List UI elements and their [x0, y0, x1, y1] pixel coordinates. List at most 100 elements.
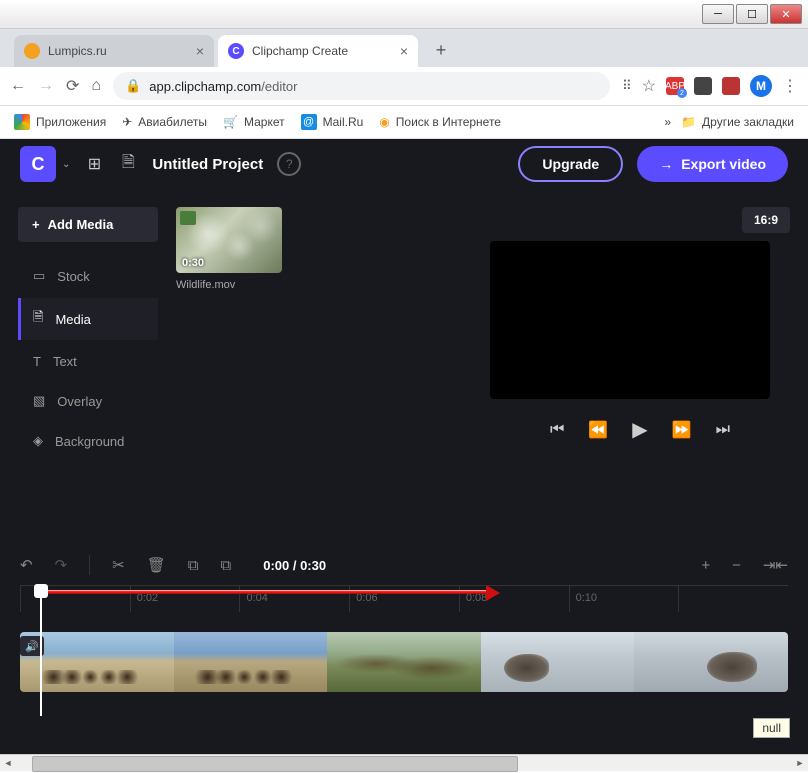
redo-button[interactable]: ↷ — [55, 556, 68, 574]
bookmark-overflow[interactable]: » — [664, 115, 671, 129]
clip-badge-icon — [180, 211, 196, 225]
bookmark-star-icon[interactable]: ☆ — [642, 76, 656, 96]
scroll-track[interactable] — [32, 756, 776, 770]
url-domain: app.clipchamp.com — [149, 79, 261, 94]
scroll-thumb[interactable] — [32, 756, 518, 772]
app-logo[interactable]: C — [20, 146, 56, 182]
null-tooltip: null — [753, 718, 790, 738]
track-frame — [481, 632, 635, 692]
bookmark-flights[interactable]: ✈Авиабилеты — [122, 115, 207, 129]
skip-start-button[interactable]: ⏮ — [550, 421, 564, 439]
timeline-ruler[interactable]: 0:02 0:04 0:06 0:08 0:10 — [20, 585, 788, 612]
export-arrow-icon: → — [659, 156, 673, 172]
bookmark-other[interactable]: 📁Другие закладки — [681, 115, 794, 129]
media-icon: 🗎 — [33, 308, 43, 330]
sidebar-item-media[interactable]: 🗎Media — [18, 298, 158, 340]
bookmark-mail[interactable]: @Mail.Ru — [301, 114, 364, 130]
ruler-tick — [678, 586, 788, 612]
bookmark-market[interactable]: 🛒Маркет — [223, 115, 285, 129]
new-tab-button[interactable]: + — [428, 37, 454, 63]
cut-button[interactable]: ✂ — [112, 556, 125, 574]
tab-title: Lumpics.ru — [48, 44, 107, 58]
playhead[interactable] — [40, 586, 42, 716]
play-button[interactable]: ▶ — [632, 417, 647, 442]
upgrade-button[interactable]: Upgrade — [518, 146, 623, 182]
text-icon: T — [33, 354, 41, 369]
tab-close-icon[interactable]: × — [400, 43, 408, 59]
extension-pdf-icon[interactable] — [722, 77, 740, 95]
market-icon: 🛒 — [223, 115, 238, 129]
clip-filename: Wildlife.mov — [176, 279, 282, 291]
plane-icon: ✈ — [122, 115, 132, 129]
annotation-arrow — [48, 590, 488, 594]
apps-icon — [14, 114, 30, 130]
export-video-button[interactable]: → Export video — [637, 146, 788, 182]
delete-button[interactable]: 🗑 — [147, 556, 166, 574]
separator — [89, 555, 90, 575]
copy-button[interactable]: ⧉ — [188, 557, 199, 574]
clip-thumbnail: 0:30 — [176, 207, 282, 273]
undo-button[interactable]: ↶ — [20, 556, 33, 574]
track-frame — [174, 632, 328, 692]
clip-duration: 0:30 — [182, 257, 204, 269]
help-button[interactable]: ? — [277, 152, 301, 176]
sidebar-item-overlay[interactable]: ▧Overlay — [18, 383, 158, 419]
bookmark-apps[interactable]: Приложения — [14, 114, 106, 130]
media-clip[interactable]: 0:30 Wildlife.mov — [176, 207, 282, 291]
window-close-button[interactable]: ✕ — [770, 4, 802, 24]
address-bar[interactable]: 🔒 app.clipchamp.com/editor — [113, 72, 610, 100]
scroll-left-button[interactable]: ◄ — [0, 756, 16, 770]
overlay-icon: ▧ — [33, 393, 45, 409]
folder-icon: 📁 — [681, 115, 696, 129]
tab-close-icon[interactable]: × — [196, 43, 204, 59]
project-title[interactable]: Untitled Project — [152, 156, 263, 173]
browser-menu-icon[interactable]: ⋮ — [782, 76, 798, 96]
mailru-icon: @ — [301, 114, 317, 130]
extension-adblock-icon[interactable]: ABP2 — [666, 77, 684, 95]
forward-button[interactable]: → — [38, 77, 54, 95]
profile-avatar[interactable]: M — [750, 75, 772, 97]
translate-icon[interactable]: ⠿ — [622, 78, 632, 94]
background-icon: ◈ — [33, 433, 43, 449]
extension-icon[interactable] — [694, 77, 712, 95]
sidebar-item-background[interactable]: ◈Background — [18, 423, 158, 459]
video-track-clip[interactable] — [20, 632, 788, 692]
window-maximize-button[interactable]: ☐ — [736, 4, 768, 24]
window-minimize-button[interactable]: ─ — [702, 4, 734, 24]
url-path: /editor — [261, 79, 297, 94]
ruler-tick: 0:10 — [569, 586, 679, 612]
add-media-button[interactable]: + Add Media — [18, 207, 158, 242]
scroll-right-button[interactable]: ► — [792, 756, 808, 770]
browser-tab-clipchamp[interactable]: C Clipchamp Create × — [218, 35, 418, 67]
sidebar-item-stock[interactable]: ▭Stock — [18, 258, 158, 294]
tab-favicon — [24, 43, 40, 59]
plus-icon: + — [32, 217, 40, 232]
zoom-fit-button[interactable]: ⇥⇤ — [763, 556, 788, 574]
sidebar-item-text[interactable]: TText — [18, 344, 158, 379]
aspect-ratio-button[interactable]: 16:9 — [742, 207, 790, 233]
bookmark-search[interactable]: ◉Поиск в Интернете — [379, 115, 501, 129]
zoom-out-button[interactable]: − — [732, 557, 741, 574]
back-button[interactable]: ← — [10, 77, 26, 95]
timeline-time: 0:00 / 0:30 — [263, 558, 326, 573]
logo-chevron-icon[interactable]: ⌄ — [62, 159, 70, 170]
track-frame — [634, 632, 788, 692]
file-icon[interactable]: 🗎 — [118, 151, 138, 178]
video-icon[interactable]: ⊞ — [84, 154, 104, 174]
video-preview[interactable] — [490, 241, 770, 399]
tab-title: Clipchamp Create — [252, 44, 348, 58]
tab-favicon: C — [228, 43, 244, 59]
fast-forward-button[interactable]: ⏩ — [672, 420, 692, 440]
rewind-button[interactable]: ⏪ — [588, 420, 608, 440]
track-frame — [327, 632, 481, 692]
duplicate-button[interactable]: ⧉ — [221, 557, 232, 574]
reload-button[interactable]: ⟳ — [66, 76, 79, 96]
lock-icon: 🔒 — [125, 78, 141, 94]
zoom-in-button[interactable]: + — [701, 557, 710, 574]
stock-icon: ▭ — [33, 268, 45, 284]
home-button[interactable]: ⌂ — [91, 77, 101, 95]
skip-end-button[interactable]: ⏭ — [716, 421, 730, 439]
horizontal-scrollbar[interactable]: ◄ ► — [0, 754, 808, 771]
search-bm-icon: ◉ — [379, 115, 389, 129]
browser-tab-lumpics[interactable]: Lumpics.ru × — [14, 35, 214, 67]
